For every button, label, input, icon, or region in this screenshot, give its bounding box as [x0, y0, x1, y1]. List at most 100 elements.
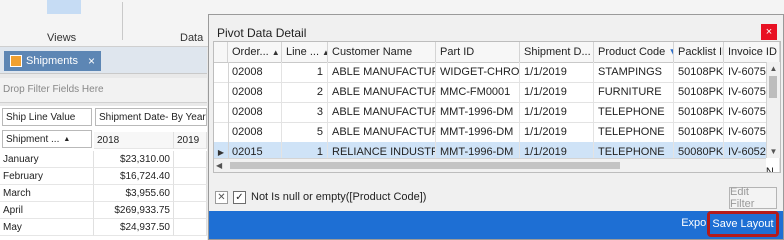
edit-filter-button[interactable]: Edit Filter	[729, 186, 777, 210]
filter-expression[interactable]: Not Is null or empty([Product Code])	[251, 191, 426, 203]
filter-drop-zone[interactable]: Drop Filter Fields Here	[0, 78, 207, 103]
document-tab-strip: Shipments ×	[0, 47, 207, 74]
scroll-down-icon[interactable]: ▼	[767, 145, 780, 158]
table-cell[interactable]: 02008	[228, 82, 282, 102]
table-cell[interactable]: 5	[282, 122, 328, 142]
shipments-icon	[10, 55, 22, 67]
column-header-packlist-id[interactable]: Packlist ID	[674, 42, 724, 62]
table-cell[interactable]: MMT-1996-DM	[436, 122, 520, 142]
scroll-up-icon[interactable]: ▲	[767, 62, 780, 75]
data-field-ship-line-value[interactable]: Ship Line Value	[2, 108, 92, 126]
table-cell[interactable]: 50108PK	[674, 102, 724, 122]
table-cell[interactable]: MMC-FM0001	[436, 82, 520, 102]
table-cell[interactable]: 1/1/2019	[520, 102, 594, 122]
row-month: May	[0, 219, 94, 236]
column-header-label: Customer Name	[332, 46, 413, 58]
row-field-shipment[interactable]: Shipment ... ▲	[2, 130, 92, 148]
table-row[interactable]: 020083ABLE MANUFACTURINGMMT-1996-DM1/1/2…	[214, 102, 780, 123]
column-header-line[interactable]: Line ...▲	[282, 42, 328, 62]
cell-value[interactable]: $3,955.60	[94, 185, 174, 202]
row-field-label: Shipment ...	[6, 133, 60, 145]
table-cell[interactable]: FURNITURE	[594, 82, 674, 102]
row-indicator[interactable]	[214, 62, 229, 82]
row-month: April	[0, 202, 94, 219]
column-header-product-code[interactable]: Product Code▼	[594, 42, 674, 62]
row-month: February	[0, 168, 94, 185]
tab-shipments-label: Shipments	[26, 55, 78, 67]
table-cell[interactable]: 50108PK	[674, 82, 724, 102]
table-cell[interactable]: 1/1/2019	[520, 82, 594, 102]
table-cell[interactable]: 3	[282, 102, 328, 122]
table-row[interactable]: 020081ABLE MANUFACTURINGWIDGET-CHROME1/1…	[214, 62, 780, 83]
column-header-label: Invoice ID	[728, 46, 777, 58]
column-field-shipment-date[interactable]: Shipment Date- By Year ▲	[95, 108, 207, 126]
cell-value[interactable]	[174, 168, 207, 185]
cell-value[interactable]: $23,310.00	[94, 151, 174, 168]
row-indicator[interactable]	[214, 102, 229, 122]
scroll-left-icon[interactable]: ◀	[216, 159, 222, 172]
table-cell[interactable]: TELEPHONE	[594, 122, 674, 142]
table-cell[interactable]: 50108PK	[674, 122, 724, 142]
ribbon-group-views: Views	[47, 32, 77, 44]
clear-filter-icon[interactable]: ✕	[215, 191, 228, 204]
table-cell[interactable]: 50108PK	[674, 62, 724, 82]
ribbon-separator	[122, 2, 123, 40]
ribbon-highlight[interactable]	[47, 0, 81, 14]
filter-enabled-checkbox[interactable]: ✓	[233, 191, 246, 204]
table-row[interactable]: 020085ABLE MANUFACTURINGMMT-1996-DM1/1/2…	[214, 122, 780, 143]
table-cell[interactable]: 1/1/2019	[520, 122, 594, 142]
tab-shipments[interactable]: Shipments ×	[4, 51, 101, 71]
year-header-2019[interactable]: 2019	[174, 132, 207, 149]
cell-value[interactable]: $269,933.75	[94, 202, 174, 219]
row-indicator-header	[214, 42, 228, 62]
grid-header: Order...▲ Line ...▲ Customer Name Part I…	[214, 42, 780, 63]
sort-asc-icon: ▲	[63, 135, 71, 143]
table-cell[interactable]: 1/1/2019	[520, 62, 594, 82]
column-header-invoice-id[interactable]: Invoice ID	[724, 42, 780, 62]
filter-panel: ✕ ✓ Not Is null or empty([Product Code])…	[213, 186, 779, 210]
column-header-part-id[interactable]: Part ID	[436, 42, 520, 62]
cell-value[interactable]: $16,724.40	[94, 168, 174, 185]
table-cell[interactable]: TELEPHONE	[594, 102, 674, 122]
row-indicator[interactable]	[214, 122, 229, 142]
scroll-thumb[interactable]	[230, 162, 620, 169]
column-header-label: Part ID	[440, 46, 475, 58]
year-header-2018[interactable]: 2018	[94, 132, 174, 149]
dialog-title: Pivot Data Detail	[217, 26, 307, 40]
tab-close-icon[interactable]: ×	[88, 54, 95, 68]
table-cell[interactable]: WIDGET-CHROME	[436, 62, 520, 82]
table-cell[interactable]: STAMPINGS	[594, 62, 674, 82]
cell-value[interactable]	[174, 185, 207, 202]
row-month: January	[0, 151, 94, 168]
table-cell[interactable]: ABLE MANUFACTURING	[328, 102, 436, 122]
column-header-label: Order...	[232, 46, 269, 58]
horizontal-scrollbar[interactable]: ◀	[214, 158, 766, 172]
table-cell[interactable]: 1	[282, 62, 328, 82]
table-cell[interactable]: ABLE MANUFACTURING	[328, 62, 436, 82]
table-row[interactable]: 020082ABLE MANUFACTURINGMMC-FM00011/1/20…	[214, 82, 780, 103]
row-indicator[interactable]	[214, 82, 229, 102]
scroll-thumb[interactable]	[769, 76, 777, 98]
close-icon[interactable]: ×	[761, 24, 777, 40]
vertical-scrollbar[interactable]: ▲ ▼	[766, 62, 780, 158]
cell-value[interactable]: $24,937.50	[94, 219, 174, 236]
table-cell[interactable]: ABLE MANUFACTURING	[328, 82, 436, 102]
column-header-label: Packlist ID	[678, 46, 723, 58]
table-cell[interactable]: 02008	[228, 102, 282, 122]
column-header-customer-name[interactable]: Customer Name	[328, 42, 436, 62]
table-cell[interactable]: 02008	[228, 122, 282, 142]
cell-value[interactable]	[174, 202, 207, 219]
cell-value[interactable]	[174, 151, 207, 168]
sort-asc-icon: ▲	[271, 47, 280, 57]
save-layout-button[interactable]: Save Layout	[710, 214, 776, 234]
column-header-shipment-date[interactable]: Shipment D...▲	[520, 42, 594, 62]
dialog-footer: Export Save Layout	[209, 211, 783, 239]
column-header-label: Line ...	[286, 46, 320, 58]
table-cell[interactable]: ABLE MANUFACTURING	[328, 122, 436, 142]
table-cell[interactable]: 2	[282, 82, 328, 102]
column-header-order[interactable]: Order... ▲	[228, 42, 282, 62]
row-month: March	[0, 185, 94, 202]
table-cell[interactable]: MMT-1996-DM	[436, 102, 520, 122]
table-cell[interactable]: 02008	[228, 62, 282, 82]
cell-value[interactable]	[174, 219, 207, 236]
